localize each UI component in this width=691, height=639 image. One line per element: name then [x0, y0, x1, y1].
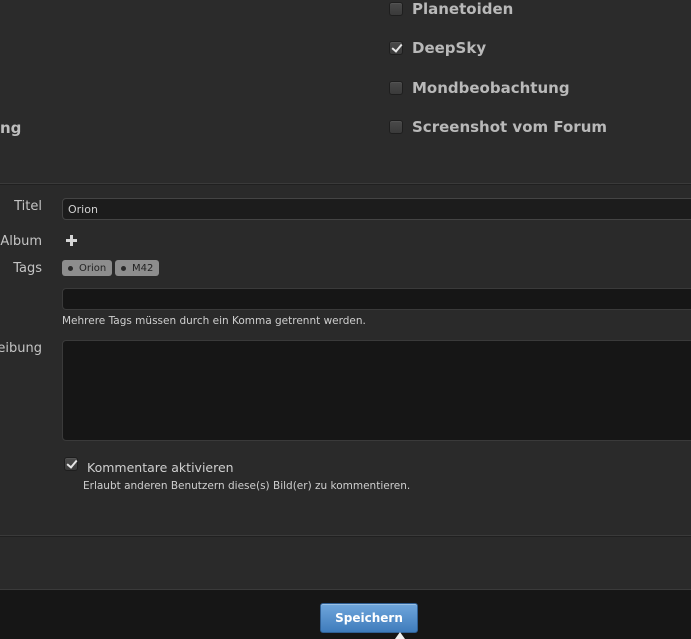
comments-label: Kommentare aktivieren: [87, 460, 234, 475]
tag-label: Orion: [79, 262, 107, 274]
title-input[interactable]: [62, 198, 691, 220]
category-screenshot-vom-forum[interactable]: Screenshot vom Forum: [389, 117, 607, 137]
checkbox[interactable]: [389, 2, 403, 16]
tag-dot-icon: [121, 265, 126, 271]
section-divider: [0, 535, 691, 537]
checkbox-checked[interactable]: [389, 41, 403, 55]
title-label: Titel: [14, 199, 42, 214]
mouse-cursor-icon: [395, 632, 405, 639]
category-mondbeobachtung[interactable]: Mondbeobachtung: [389, 78, 570, 98]
category-label: Planetoiden: [412, 0, 514, 18]
description-textarea[interactable]: [62, 340, 691, 441]
tags-label: Tags: [13, 261, 42, 276]
tag-dot-icon: [68, 265, 73, 271]
description-label: reibung: [0, 341, 42, 356]
category-label: Mondbeobachtung: [412, 79, 570, 97]
add-album-icon[interactable]: [66, 235, 77, 246]
section-divider: [0, 183, 691, 185]
checkbox[interactable]: [389, 81, 403, 95]
category-label: DeepSky: [412, 39, 487, 57]
album-label: Album: [0, 234, 42, 249]
tags-hint: Mehrere Tags müssen durch ein Komma getr…: [62, 315, 366, 327]
tag-label: M42: [132, 262, 154, 274]
comments-checkbox[interactable]: [64, 457, 78, 471]
checkbox[interactable]: [389, 120, 403, 134]
tag-chip[interactable]: Orion: [62, 260, 113, 276]
save-button[interactable]: Speichern: [320, 603, 418, 633]
upload-page: ng Planetoiden DeepSky Mondbeobachtung S…: [0, 0, 691, 639]
section-label: ng: [0, 119, 22, 137]
category-label: Screenshot vom Forum: [412, 118, 608, 136]
comments-hint: Erlaubt anderen Benutzern diese(s) Bild(…: [83, 480, 411, 492]
tag-chip[interactable]: M42: [115, 260, 160, 276]
category-deepsky[interactable]: DeepSky: [389, 38, 486, 58]
category-section: ng Planetoiden DeepSky Mondbeobachtung S…: [0, 0, 691, 183]
tag-input[interactable]: [62, 288, 691, 310]
category-planetoiden[interactable]: Planetoiden: [389, 0, 513, 19]
